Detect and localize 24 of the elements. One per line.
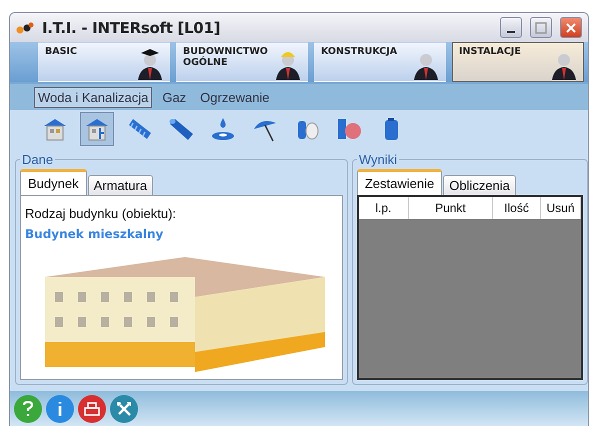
module-tab[interactable]: BASIC [38,42,170,82]
tab[interactable]: Obliczenia [443,175,516,195]
module-label: KONSTRUKCJA [321,46,398,57]
module-tab[interactable]: BUDOWNICTWO OGÓLNE [176,42,308,82]
submenu-item[interactable]: Ogrzewanie [196,86,274,108]
module-label: INSTALACJE [459,46,522,57]
submenu-item[interactable]: Woda i Kanalizacja [34,86,152,108]
module-tab[interactable]: KONSTRUKCJA [314,42,446,82]
module-tab[interactable]: INSTALACJE [452,42,584,82]
column-header[interactable]: Punkt [408,197,493,219]
group-title: Dane [21,152,54,167]
window-title: I.T.I. - INTERsoft [L01] [42,18,222,36]
column-header[interactable]: Ilość [493,197,541,219]
column-header[interactable]: l.p. [358,197,409,219]
field-label: Rodzaj budynku (obiektu): [25,206,178,221]
tab[interactable]: Budynek [20,169,87,195]
column-header[interactable]: Usuń [541,197,581,219]
module-label: BUDOWNICTWO OGÓLNE [183,46,269,68]
module-label: BASIC [45,46,78,57]
tab[interactable]: Zestawienie [356,169,442,195]
submenu-item[interactable]: Gaz [158,86,190,108]
building-type-value: Budynek mieszkalny [25,227,164,241]
group-title: Wyniki [358,152,398,167]
tab[interactable]: Armatura [88,175,154,195]
